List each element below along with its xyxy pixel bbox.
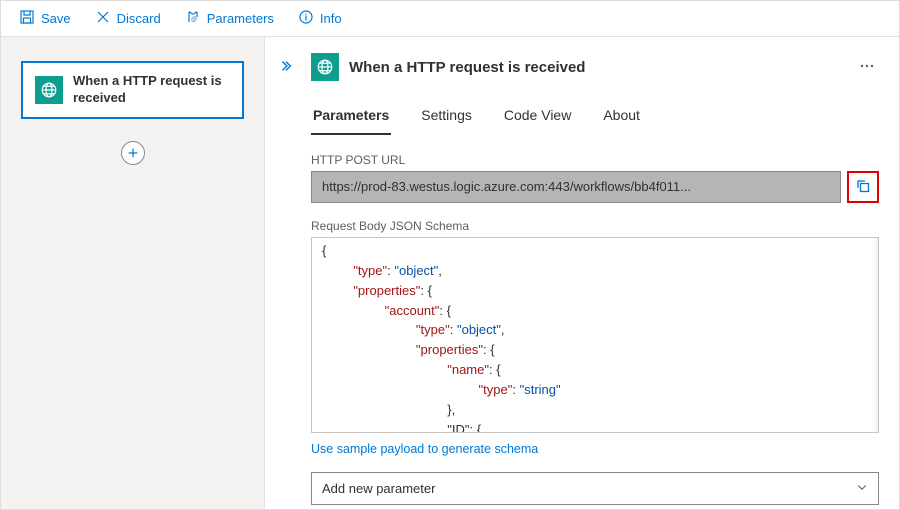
discard-button[interactable]: Discard: [85, 5, 171, 32]
schema-label: Request Body JSON Schema: [311, 219, 879, 233]
http-trigger-icon: [35, 76, 63, 104]
parameters-icon: @: [185, 9, 201, 28]
use-sample-payload-link[interactable]: Use sample payload to generate schema: [311, 442, 538, 456]
svg-text:@: @: [191, 17, 197, 23]
tab-about[interactable]: About: [601, 101, 642, 135]
panel-title: When a HTTP request is received: [349, 59, 845, 76]
http-trigger-icon: [311, 53, 339, 81]
url-label: HTTP POST URL: [311, 153, 879, 167]
tab-code-view[interactable]: Code View: [502, 101, 573, 135]
trigger-card[interactable]: When a HTTP request is received: [21, 61, 244, 119]
tab-bar: Parameters Settings Code View About: [311, 101, 879, 135]
details-panel: When a HTTP request is received Paramete…: [265, 37, 899, 509]
parameters-label: Parameters: [207, 11, 274, 26]
close-icon: [95, 9, 111, 28]
trigger-card-title: When a HTTP request is received: [73, 73, 230, 107]
copy-icon: [855, 178, 871, 197]
add-new-parameter-dropdown[interactable]: Add new parameter: [311, 472, 879, 505]
tab-settings[interactable]: Settings: [419, 101, 474, 135]
toolbar: Save Discard @ Parameters Info: [1, 1, 899, 37]
save-button[interactable]: Save: [9, 5, 81, 32]
designer-canvas: When a HTTP request is received: [1, 37, 265, 509]
discard-label: Discard: [117, 11, 161, 26]
url-row: https://prod-83.westus.logic.azure.com:4…: [311, 171, 879, 203]
add-new-parameter-label: Add new parameter: [322, 481, 435, 496]
save-label: Save: [41, 11, 71, 26]
http-post-url-field[interactable]: https://prod-83.westus.logic.azure.com:4…: [311, 171, 841, 203]
panel-header: When a HTTP request is received: [275, 53, 879, 81]
add-step-button[interactable]: [121, 141, 145, 165]
chevron-down-icon: [856, 481, 868, 496]
info-label: Info: [320, 11, 342, 26]
save-icon: [19, 9, 35, 28]
tab-parameters[interactable]: Parameters: [311, 101, 391, 135]
copy-url-button[interactable]: [847, 171, 879, 203]
main: When a HTTP request is received When a H…: [1, 37, 899, 509]
panel-body: HTTP POST URL https://prod-83.westus.log…: [311, 153, 879, 505]
add-step-row: [21, 141, 244, 165]
parameters-button[interactable]: @ Parameters: [175, 5, 284, 32]
info-button[interactable]: Info: [288, 5, 352, 32]
info-icon: [298, 9, 314, 28]
more-button[interactable]: [855, 54, 879, 81]
schema-editor[interactable]: { "type": "object", "properties": { "acc…: [311, 237, 879, 433]
collapse-button[interactable]: [275, 57, 297, 78]
